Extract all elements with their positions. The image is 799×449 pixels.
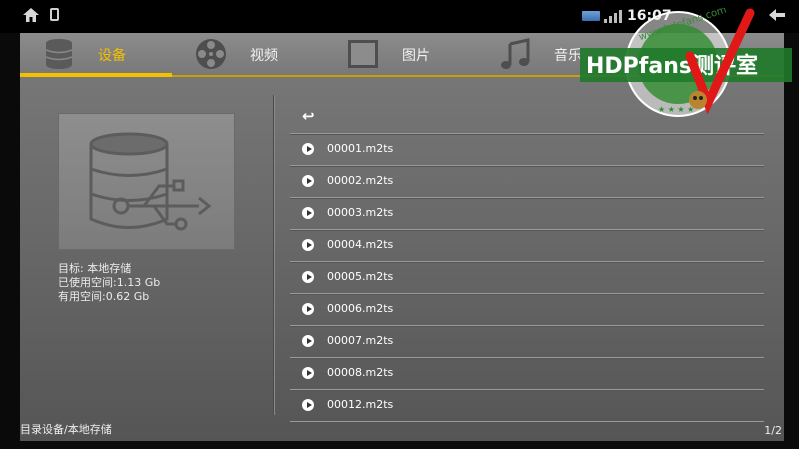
status-clock: 16:07 — [627, 8, 672, 24]
tab-picture-label: 图片 — [402, 48, 430, 64]
file-name: 00001.m2ts — [327, 142, 394, 155]
play-icon — [302, 271, 314, 283]
film-reel-icon — [194, 38, 228, 70]
tab-device[interactable]: 设备 — [20, 33, 172, 77]
storage-free: 有用空间:0.62 Gb — [58, 290, 150, 303]
list-item[interactable]: 00002.m2ts — [290, 166, 764, 198]
storage-info: 目标: 本地存储 已使用空间:1.13 Gb 有用空间:0.62 Gb — [58, 262, 160, 304]
list-item[interactable]: 00007.m2ts — [290, 326, 764, 358]
play-icon — [302, 239, 314, 251]
database-icon — [42, 38, 76, 70]
play-icon — [302, 143, 314, 155]
file-name: 00012.m2ts — [327, 398, 394, 411]
sd-card-icon — [50, 8, 59, 21]
list-item[interactable]: 00003.m2ts — [290, 198, 764, 230]
category-tab-bar: 设备 视频 图片 音乐 — [20, 33, 784, 77]
list-item[interactable]: 00001.m2ts — [290, 134, 764, 166]
media-browser-panel: 设备 视频 图片 音乐 目标: 本地存储 已使用空间:1.13 Gb 有用空间:… — [20, 33, 784, 441]
parent-directory-row[interactable]: ↩ — [290, 102, 764, 134]
page-indicator: 1/2 — [764, 424, 782, 437]
picture-icon — [346, 38, 380, 70]
file-name: 00003.m2ts — [327, 206, 394, 219]
list-item[interactable]: 00005.m2ts — [290, 262, 764, 294]
play-icon — [302, 303, 314, 315]
music-note-icon — [498, 38, 532, 70]
tab-video[interactable]: 视频 — [172, 33, 324, 75]
file-name: 00006.m2ts — [327, 302, 394, 315]
play-icon — [302, 175, 314, 187]
network-icon — [582, 11, 600, 21]
signal-icon — [604, 9, 622, 23]
vertical-divider — [273, 95, 274, 415]
storage-used: 已使用空间:1.13 Gb — [58, 276, 161, 289]
play-icon — [302, 207, 314, 219]
back-arrow-icon[interactable] — [769, 8, 785, 24]
current-path: 目录设备/本地存储 — [20, 423, 112, 436]
tab-video-label: 视频 — [250, 48, 278, 64]
tab-music-label: 音乐 — [554, 48, 582, 64]
storage-device-image — [58, 113, 235, 250]
play-icon — [302, 367, 314, 379]
list-item[interactable]: 00008.m2ts — [290, 358, 764, 390]
file-list: ↩ 00001.m2ts 00002.m2ts 00003.m2ts 00004… — [290, 102, 764, 422]
file-name: 00002.m2ts — [327, 174, 394, 187]
tab-device-label: 设备 — [98, 48, 126, 64]
play-icon — [302, 399, 314, 411]
tab-picture[interactable]: 图片 — [324, 33, 476, 75]
return-icon: ↩ — [302, 107, 315, 125]
list-item[interactable]: 00012.m2ts — [290, 390, 764, 422]
list-item[interactable]: 00006.m2ts — [290, 294, 764, 326]
system-status-bar: 16:07 — [0, 0, 799, 33]
list-item[interactable]: 00004.m2ts — [290, 230, 764, 262]
file-name: 00005.m2ts — [327, 270, 394, 283]
tab-music[interactable]: 音乐 — [476, 33, 628, 75]
file-name: 00007.m2ts — [327, 334, 394, 347]
play-icon — [302, 335, 314, 347]
storage-target: 目标: 本地存储 — [58, 262, 132, 275]
home-icon[interactable] — [23, 8, 39, 25]
file-name: 00004.m2ts — [327, 238, 394, 251]
file-name: 00008.m2ts — [327, 366, 394, 379]
